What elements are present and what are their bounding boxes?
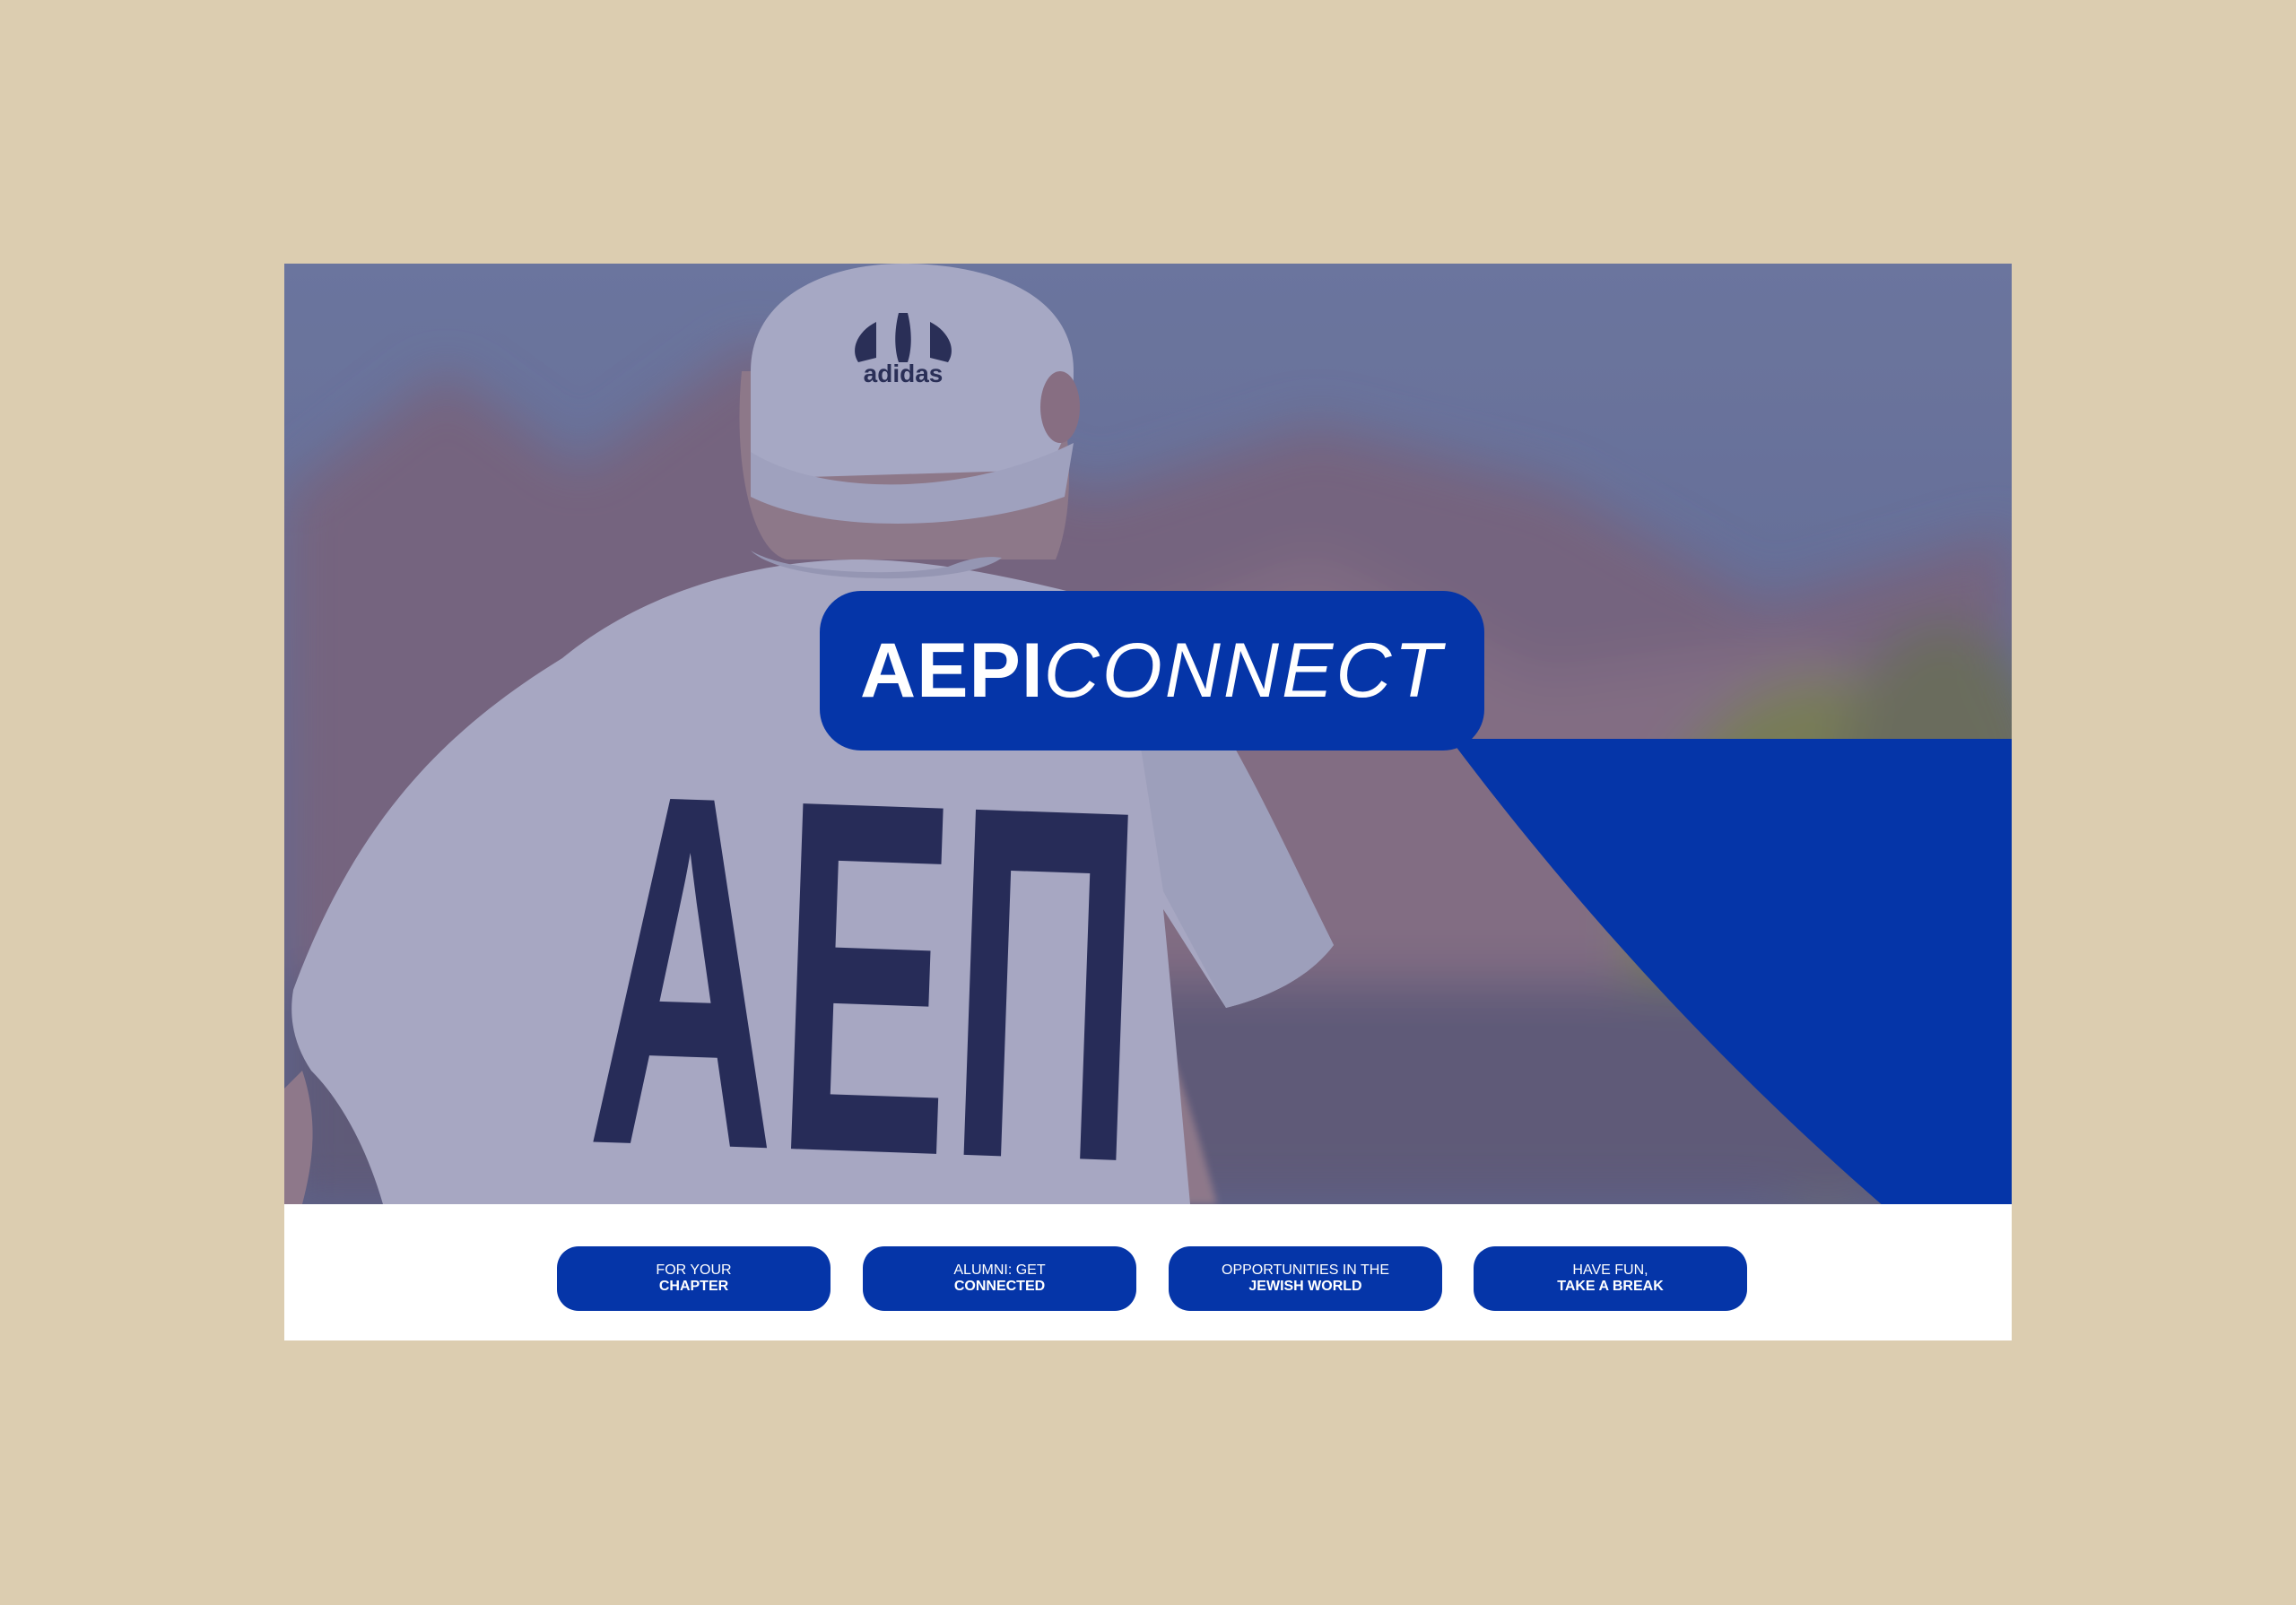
aepi-connect-logo: AEPICONNECT: [820, 591, 1484, 750]
logo-thin-text: CONNECT: [1043, 628, 1444, 714]
alumni-get-connected-button[interactable]: ALUMNI: GET CONNECTED: [863, 1246, 1136, 1311]
navigation-bar: FOR YOUR CHAPTER ALUMNI: GET CONNECTED O…: [284, 1204, 2012, 1340]
button-line2: CHAPTER: [658, 1279, 729, 1294]
button-line1: HAVE FUN,: [1572, 1262, 1648, 1278]
speech-bubble-tail-icon: [1449, 739, 2012, 1204]
hero-image: AEΠ adidas AEPICONNECT: [284, 264, 2012, 1204]
landing-card: AEΠ adidas AEPICONNECT FOR YOUR CHAPTER …: [284, 264, 2012, 1340]
button-line1: FOR YOUR: [656, 1262, 732, 1278]
button-line2: TAKE A BREAK: [1557, 1279, 1664, 1294]
button-line2: JEWISH WORLD: [1248, 1279, 1362, 1294]
logo-bold-text: AEPI: [860, 628, 1044, 714]
button-line1: ALUMNI: GET: [953, 1262, 1046, 1278]
button-line2: CONNECTED: [953, 1279, 1046, 1294]
page-background: AEΠ adidas AEPICONNECT FOR YOUR CHAPTER …: [0, 0, 2296, 1605]
logo-wordmark: AEPICONNECT: [860, 632, 1444, 709]
button-line1: OPPORTUNITIES IN THE: [1222, 1262, 1389, 1278]
have-fun-take-a-break-button[interactable]: HAVE FUN, TAKE A BREAK: [1474, 1246, 1747, 1311]
opportunities-jewish-world-button[interactable]: OPPORTUNITIES IN THE JEWISH WORLD: [1169, 1246, 1442, 1311]
for-your-chapter-button[interactable]: FOR YOUR CHAPTER: [557, 1246, 831, 1311]
